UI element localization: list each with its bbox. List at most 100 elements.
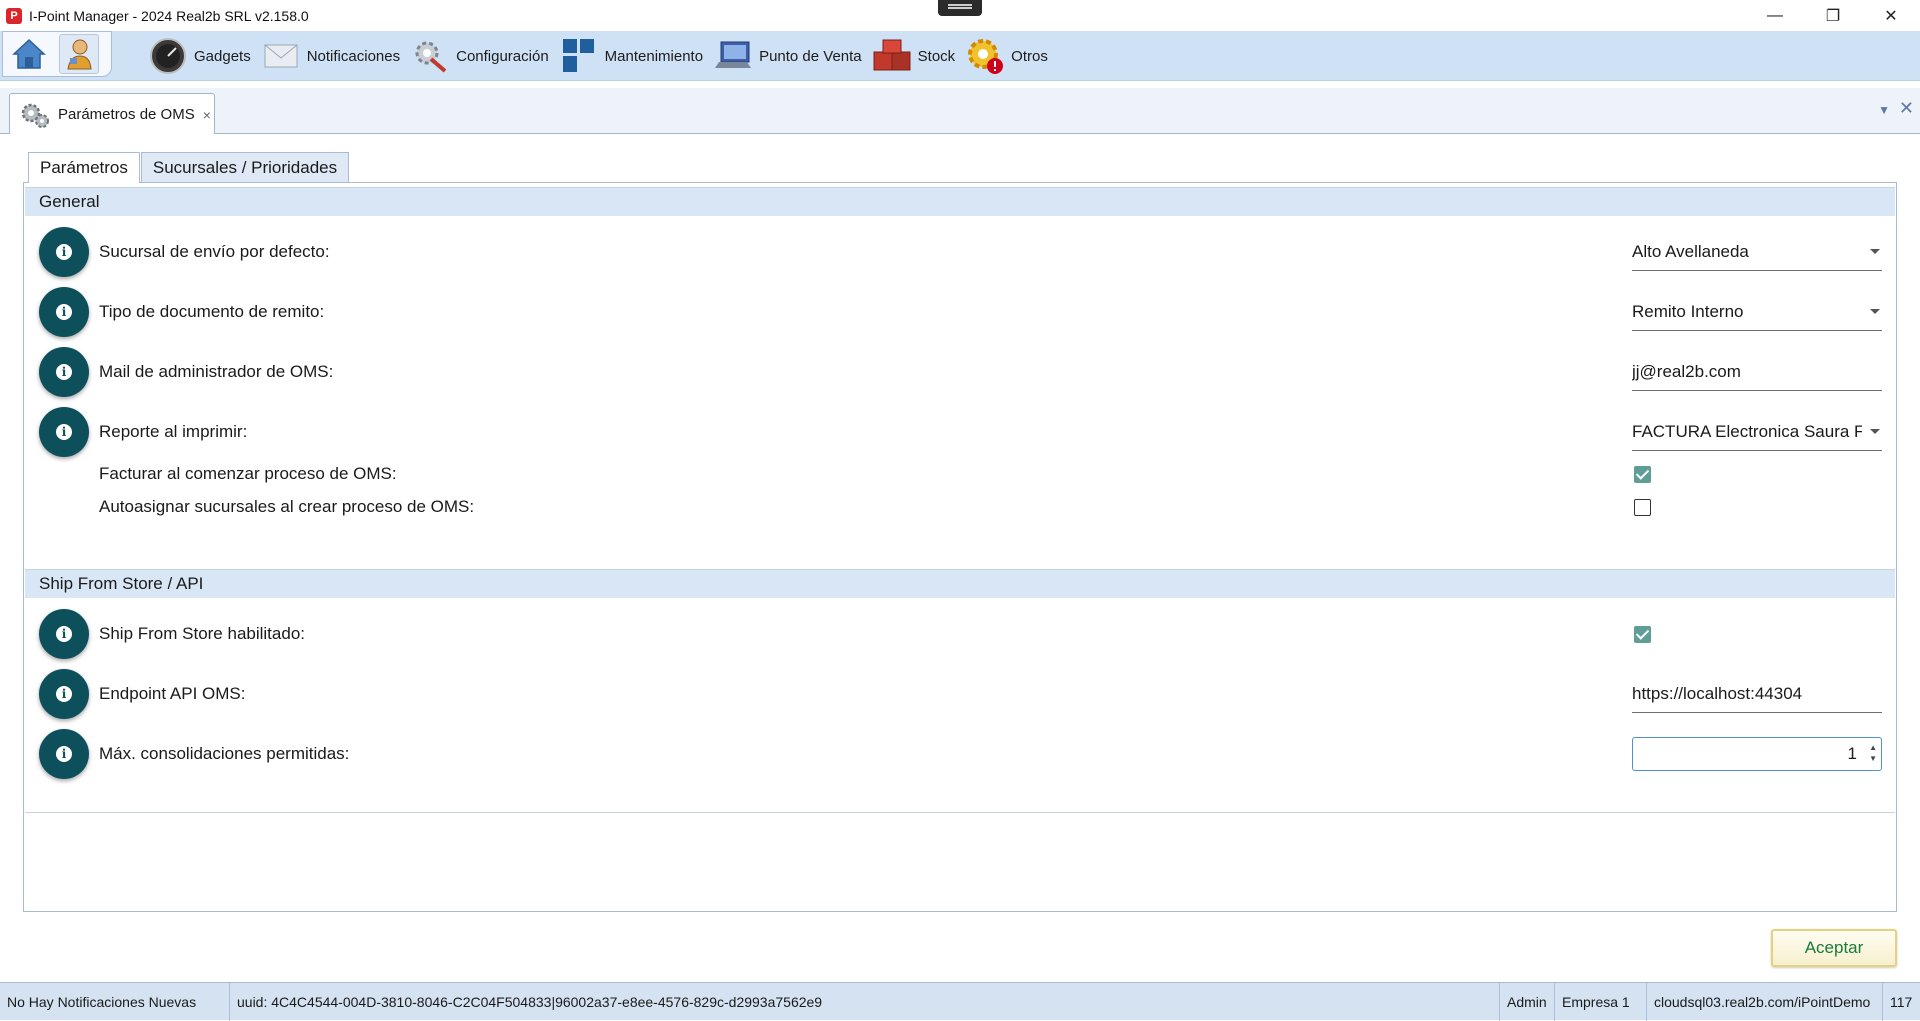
wrench-gear-icon xyxy=(415,41,447,73)
ribbon-punto-de-venta[interactable]: Punto de Venta xyxy=(713,31,862,81)
info-icon: i xyxy=(56,686,72,702)
section-general: General i Sucursal de envío por defecto:… xyxy=(25,187,1895,587)
status-company: Empresa 1 xyxy=(1555,983,1647,1021)
pos-terminal-icon xyxy=(715,41,752,68)
info-icon: i xyxy=(56,626,72,642)
tab-list-dropdown-icon[interactable]: ▼ xyxy=(1878,103,1890,117)
sub-tab-bar: Parámetros Sucursales / Prioridades xyxy=(28,152,350,183)
user-icon xyxy=(67,39,92,70)
input-value: https://localhost:44304 xyxy=(1632,683,1803,703)
ribbon-punto-de-venta-label: Punto de Venta xyxy=(759,47,862,65)
input-value: jj@real2b.com xyxy=(1632,361,1741,381)
restore-button[interactable]: ❐ xyxy=(1804,0,1862,31)
envelope-icon xyxy=(264,44,298,68)
tab-parametros[interactable]: Parámetros xyxy=(28,152,140,183)
row-reporte-imprimir: i Reporte al imprimir: FACTURA Electroni… xyxy=(25,402,1895,462)
row-endpoint-api: i Endpoint API OMS: https://localhost:44… xyxy=(25,664,1895,724)
ribbon-toolbar: Gadgets Notificaciones Configuración Man… xyxy=(0,31,1920,81)
info-icon: i xyxy=(56,746,72,762)
dropdown-value: Remito Interno xyxy=(1632,301,1744,321)
sucursal-envio-dropdown[interactable]: Alto Avellaneda xyxy=(1632,233,1882,271)
stepper-up-icon[interactable]: ▲ xyxy=(1869,744,1877,752)
ribbon-configuracion[interactable]: Configuración xyxy=(410,31,549,81)
gear-alert-icon xyxy=(968,39,1004,74)
row-label: Facturar al comenzar proceso de OMS: xyxy=(99,464,397,483)
reporte-imprimir-dropdown[interactable]: FACTURA Electronica Saura F xyxy=(1632,413,1882,451)
boxes-icon xyxy=(873,39,911,71)
chevron-down-icon xyxy=(1870,309,1880,314)
window-controls: — ❐ ✕ xyxy=(1746,0,1920,31)
row-ship-habilitado: i Ship From Store habilitado: xyxy=(25,604,1895,664)
status-server: cloudsql03.real2b.com/iPointDemo xyxy=(1647,983,1883,1021)
row-label: Máx. consolidaciones permitidas: xyxy=(99,744,350,763)
home-icon xyxy=(12,38,46,69)
content-area: Parámetros Sucursales / Prioridades Gene… xyxy=(0,134,1920,982)
info-button[interactable]: i xyxy=(39,729,89,779)
row-label: Reporte al imprimir: xyxy=(99,422,248,441)
parameters-panel: General i Sucursal de envío por defecto:… xyxy=(23,182,1897,912)
close-document-icon[interactable]: ✕ xyxy=(1899,98,1914,119)
user-button[interactable] xyxy=(59,34,99,74)
tab-sucursales-prioridades[interactable]: Sucursales / Prioridades xyxy=(140,152,350,182)
info-icon: i xyxy=(56,244,72,260)
status-uuid: uuid: 4C4C4544-004D-3810-8046-C2C04F5048… xyxy=(230,983,1500,1021)
row-tipo-documento: i Tipo de documento de remito: Remito In… xyxy=(25,282,1895,342)
mail-admin-field[interactable]: jj@real2b.com xyxy=(1632,353,1882,391)
drag-handle[interactable] xyxy=(938,0,982,16)
status-code: 117 xyxy=(1890,994,1913,1010)
ribbon-otros-label: Otros xyxy=(1011,47,1048,65)
autoasignar-sucursales-checkbox[interactable] xyxy=(1634,499,1651,516)
row-label: Ship From Store habilitado: xyxy=(99,624,305,643)
info-button[interactable]: i xyxy=(39,227,89,277)
gauge-icon xyxy=(150,38,186,74)
ribbon-gadgets[interactable]: Gadgets xyxy=(148,31,251,81)
ribbon-stock-label: Stock xyxy=(917,47,956,65)
title-bar: P I-Point Manager - 2024 Real2b SRL v2.1… xyxy=(0,0,1920,31)
status-bar: No Hay Notificaciones Nuevas uuid: 4C4C4… xyxy=(0,982,1920,1021)
home-button[interactable] xyxy=(9,34,49,74)
close-window-button[interactable]: ✕ xyxy=(1862,0,1920,31)
info-button[interactable]: i xyxy=(39,287,89,337)
row-max-consolidaciones: i Máx. consolidaciones permitidas: 1 ▲ ▼ xyxy=(25,724,1895,784)
dropdown-value: FACTURA Electronica Saura F xyxy=(1632,421,1862,441)
stepper-down-icon[interactable]: ▼ xyxy=(1869,755,1877,763)
ribbon-menu: Gadgets Notificaciones Configuración Man… xyxy=(148,31,1058,81)
ribbon-configuracion-label: Configuración xyxy=(456,47,549,65)
window-title: I-Point Manager - 2024 Real2b SRL v2.158… xyxy=(29,7,309,24)
max-consolidaciones-stepper[interactable]: 1 ▲ ▼ xyxy=(1632,737,1882,771)
section-general-header: General xyxy=(25,187,1895,216)
tipo-documento-dropdown[interactable]: Remito Interno xyxy=(1632,293,1882,331)
ribbon-notificaciones-label: Notificaciones xyxy=(306,47,401,65)
status-notifications[interactable]: No Hay Notificaciones Nuevas xyxy=(0,983,230,1021)
info-icon: i xyxy=(56,364,72,380)
app-logo-icon: P xyxy=(6,7,22,24)
doc-tab-label: Parámetros de OMS xyxy=(58,106,195,123)
ribbon-otros[interactable]: Otros xyxy=(965,31,1048,81)
accept-button[interactable]: Aceptar xyxy=(1771,929,1897,967)
ribbon-gadgets-label: Gadgets xyxy=(194,47,251,65)
row-label: Sucursal de envío por defecto: xyxy=(99,242,330,261)
stepper-value: 1 xyxy=(1847,744,1857,763)
minimize-button[interactable]: — xyxy=(1746,0,1804,31)
info-button[interactable]: i xyxy=(39,347,89,397)
row-mail-admin: i Mail de administrador de OMS: jj@real2… xyxy=(25,342,1895,402)
section-ship-header: Ship From Store / API xyxy=(25,569,1895,598)
blocks-icon xyxy=(562,39,594,72)
status-user: Admin xyxy=(1500,983,1555,1021)
row-label: Tipo de documento de remito: xyxy=(99,302,325,321)
endpoint-api-field[interactable]: https://localhost:44304 xyxy=(1632,675,1882,713)
info-button[interactable]: i xyxy=(39,407,89,457)
ribbon-notificaciones[interactable]: Notificaciones xyxy=(261,31,400,81)
info-button[interactable]: i xyxy=(39,669,89,719)
doc-tab-parametros-oms[interactable]: Parámetros de OMS × xyxy=(9,93,215,135)
ribbon-mantenimiento[interactable]: Mantenimiento xyxy=(559,31,703,81)
row-label: Endpoint API OMS: xyxy=(99,684,246,703)
ribbon-stock[interactable]: Stock xyxy=(872,31,956,81)
doc-tab-close-icon[interactable]: × xyxy=(203,107,211,123)
info-button[interactable]: i xyxy=(39,609,89,659)
facturar-comenzar-checkbox[interactable] xyxy=(1634,466,1651,483)
info-icon: i xyxy=(56,304,72,320)
ribbon-mantenimiento-label: Mantenimiento xyxy=(604,47,704,65)
row-sucursal-envio: i Sucursal de envío por defecto: Alto Av… xyxy=(25,222,1895,282)
ship-habilitado-checkbox[interactable] xyxy=(1634,626,1651,643)
